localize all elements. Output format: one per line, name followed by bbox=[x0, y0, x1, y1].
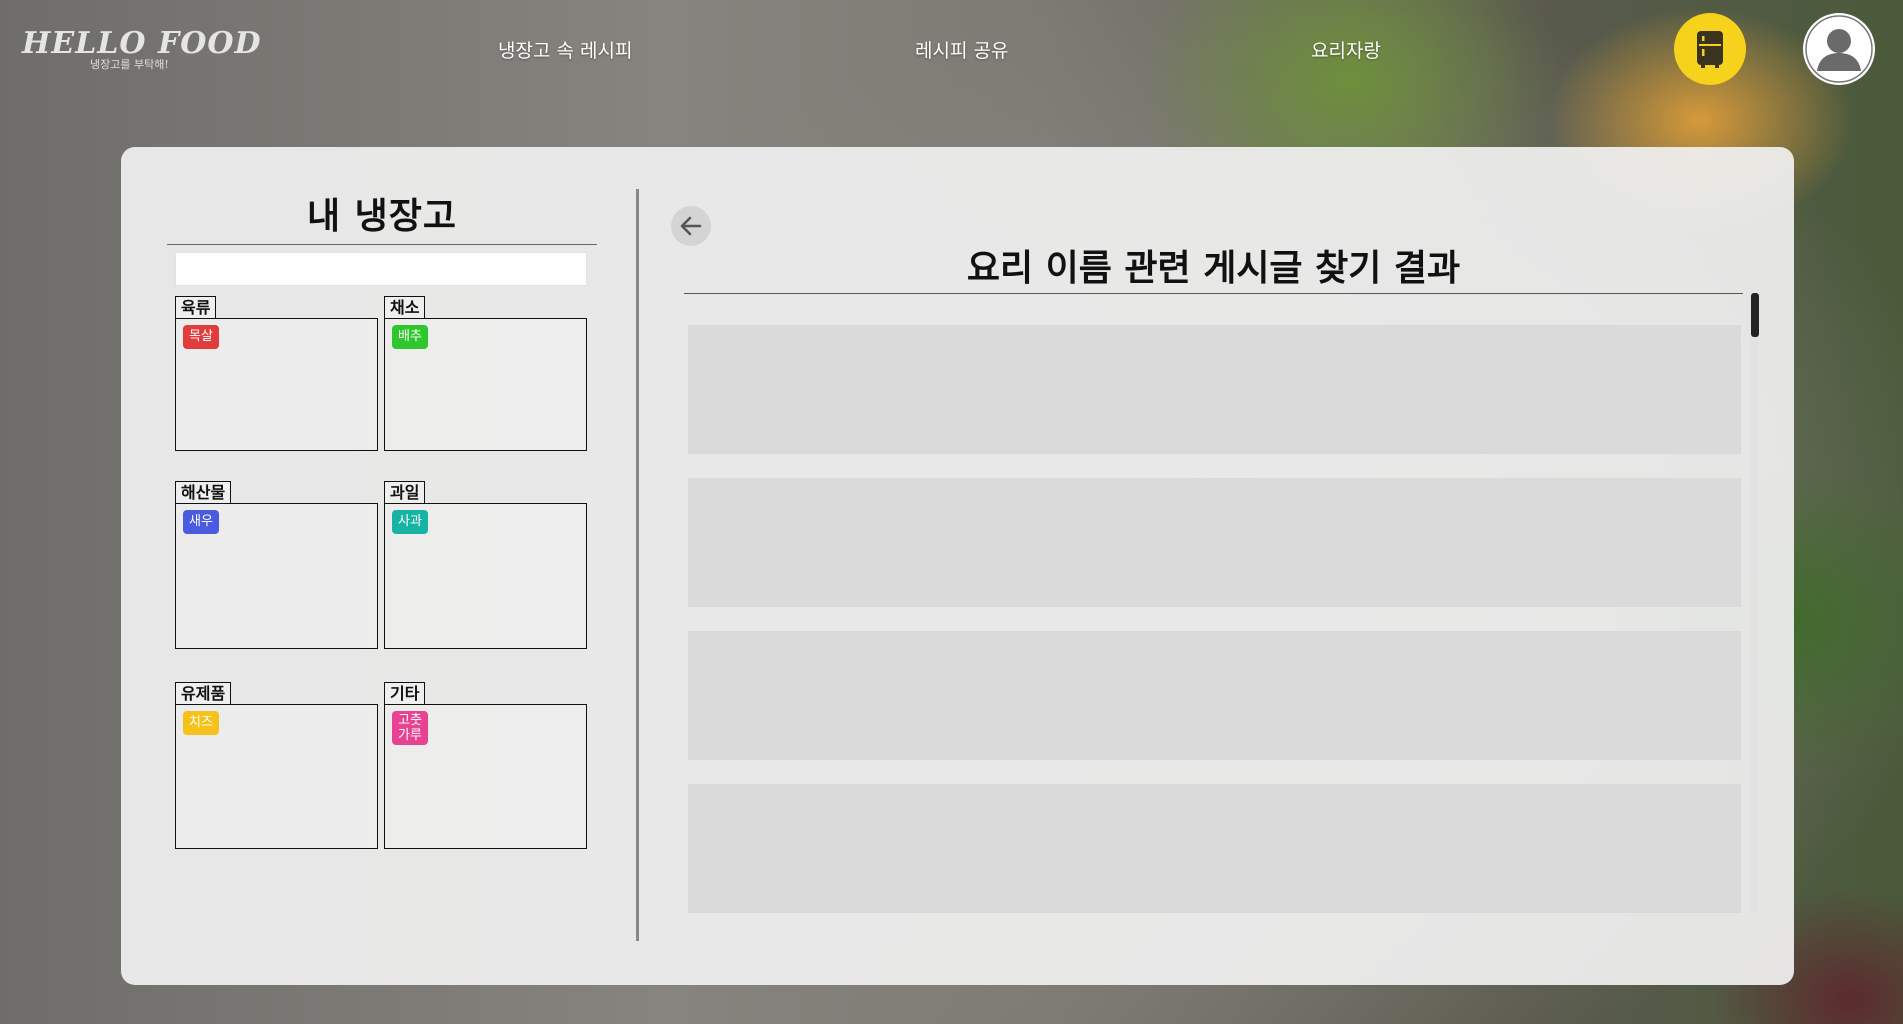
ingredient-chip[interactable]: 목살 bbox=[183, 325, 219, 349]
category-tab: 유제품 bbox=[175, 682, 232, 704]
ingredient-chip[interactable]: 고춧 가루 bbox=[392, 711, 428, 745]
category-box[interactable]: 새우 bbox=[175, 503, 378, 649]
user-icon bbox=[1805, 15, 1873, 83]
back-button[interactable] bbox=[671, 206, 711, 246]
title-divider bbox=[167, 244, 597, 245]
ingredient-chip[interactable]: 배추 bbox=[392, 325, 428, 349]
logo-sub: 냉장고를 부탁해! bbox=[90, 58, 169, 71]
category-box[interactable]: 목살 bbox=[175, 318, 378, 451]
avatar[interactable] bbox=[1803, 13, 1875, 85]
nav-cooking-showoff[interactable]: 요리자랑 bbox=[1311, 36, 1381, 63]
scrollbar-thumb[interactable] bbox=[1751, 293, 1759, 337]
my-fridge-section: 내 냉장고 육류 목살 채소 배추 해산물 새우 과일 사과 유제품 치즈 기타… bbox=[167, 192, 597, 849]
section-divider bbox=[636, 189, 639, 941]
result-card[interactable] bbox=[688, 784, 1741, 913]
category-box[interactable]: 치즈 bbox=[175, 704, 378, 849]
ingredient-chip[interactable]: 사과 bbox=[392, 510, 428, 534]
logo[interactable]: HELLO FOOD 냉장고를 부탁해! bbox=[22, 26, 262, 71]
ingredient-chip[interactable]: 새우 bbox=[183, 510, 219, 534]
header: HELLO FOOD 냉장고를 부탁해! 냉장고 속 레시피 레시피 공유 요리… bbox=[0, 0, 1903, 100]
ingredient-chip[interactable]: 치즈 bbox=[183, 711, 219, 735]
category-box[interactable]: 배추 bbox=[384, 318, 587, 451]
nav-recipe-share[interactable]: 레시피 공유 bbox=[915, 36, 1008, 63]
category-tab: 해산물 bbox=[175, 481, 232, 503]
arrow-left-icon bbox=[680, 216, 702, 236]
scrollbar-track[interactable] bbox=[1751, 293, 1759, 913]
main-panel: 내 냉장고 육류 목살 채소 배추 해산물 새우 과일 사과 유제품 치즈 기타… bbox=[121, 147, 1794, 985]
category-tab: 육류 bbox=[175, 296, 217, 318]
fridge-title: 내 냉장고 bbox=[306, 196, 457, 237]
ingredient-search-input[interactable] bbox=[175, 252, 587, 286]
category-tab: 기타 bbox=[384, 682, 426, 704]
category-box[interactable]: 사과 bbox=[384, 503, 587, 649]
category-tab: 채소 bbox=[384, 296, 426, 318]
nav-fridge-recipes[interactable]: 냉장고 속 레시피 bbox=[498, 36, 632, 63]
result-card[interactable] bbox=[688, 478, 1741, 607]
category-box[interactable]: 고춧 가루 bbox=[384, 704, 587, 849]
result-card[interactable] bbox=[688, 631, 1741, 760]
results-divider bbox=[684, 293, 1743, 294]
fridge-button[interactable] bbox=[1674, 13, 1746, 85]
fridge-icon bbox=[1697, 31, 1723, 68]
results-title: 요리 이름 관련 게시글 찾기 결과 bbox=[966, 248, 1461, 289]
result-card[interactable] bbox=[688, 325, 1741, 454]
category-tab: 과일 bbox=[384, 481, 426, 503]
